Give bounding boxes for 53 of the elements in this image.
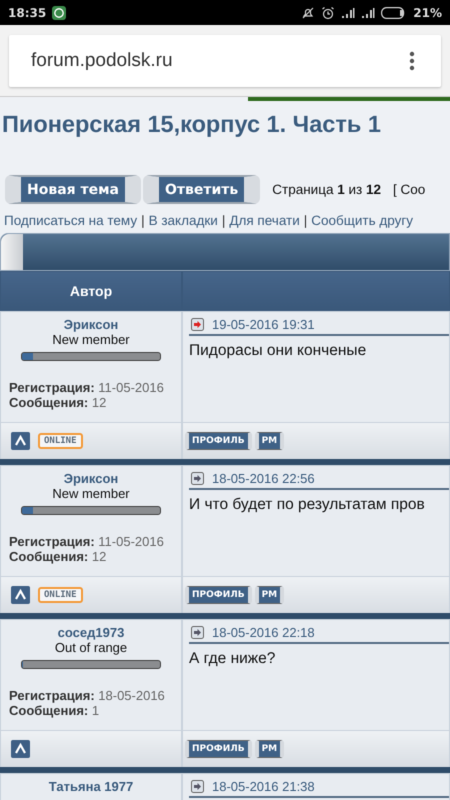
post-date: 18-05-2016 22:18 [212, 625, 315, 640]
post-text: И что будет по результатам пров [189, 495, 426, 514]
post-button[interactable]: ПРОФИЛЬ [185, 586, 252, 604]
author-rank: New member [52, 486, 130, 501]
chat-app-icon [52, 6, 66, 20]
registration-date: Регистрация: 18-05-2016 [9, 688, 166, 703]
signal-icon [341, 6, 356, 18]
post-text: А где ниже? [189, 649, 276, 668]
topic-link[interactable]: Для печати [229, 213, 300, 233]
post-button[interactable]: PM [254, 586, 284, 604]
link-separator: | [222, 213, 226, 230]
pagination-text: [ Соо [393, 182, 426, 197]
registration-date: Регистрация: 11-05-2016 [9, 380, 165, 395]
online-badge: ONLINE [38, 587, 83, 603]
author-name[interactable]: Эриксон [64, 471, 118, 486]
mute-icon [301, 6, 316, 20]
alarm-icon [321, 6, 336, 20]
post-button[interactable]: ПРОФИЛЬ [185, 740, 252, 758]
post-button[interactable]: PM [254, 740, 284, 758]
forum-button[interactable]: Новая тема [5, 175, 142, 204]
message-count: Сообщения: 12 [9, 549, 108, 564]
author-name[interactable]: Татьяна 1977 [48, 779, 134, 794]
address-bar[interactable]: forum.podolsk.ru [9, 35, 441, 87]
topic-title: Пионерская 15,корпус 1. Часть 1 [1, 111, 382, 139]
topic-link[interactable]: Подписаться на тему [4, 213, 138, 233]
menu-icon[interactable] [409, 51, 415, 71]
author-name[interactable]: Эриксон [64, 317, 118, 332]
forum-button[interactable]: Ответить [143, 175, 260, 204]
signal-icon [361, 6, 376, 18]
post-button[interactable]: ПРОФИЛЬ [185, 432, 252, 450]
scroll-up-icon[interactable] [11, 586, 30, 604]
battery-level: 21% [413, 6, 442, 20]
link-separator: | [304, 213, 308, 230]
scroll-up-icon[interactable] [11, 432, 30, 450]
topic-link[interactable]: В закладки [148, 213, 218, 233]
link-separator: | [141, 213, 145, 230]
author-rank: Out of range [54, 640, 128, 655]
post-text: Пидорасы они конченые [189, 341, 368, 360]
url-text: forum.podolsk.ru [31, 50, 173, 72]
post-button[interactable]: PM [254, 432, 284, 450]
post-date: 18-05-2016 22:56 [212, 471, 315, 486]
author-rank: New member [52, 332, 130, 347]
post-date: 18-05-2016 21:38 [212, 779, 315, 794]
registration-date: Регистрация: 11-05-2016 [9, 534, 165, 549]
clock: 18:35 [8, 6, 46, 20]
topic-link[interactable]: Сообщить другу [311, 213, 414, 233]
online-badge: ONLINE [38, 433, 83, 449]
message-count: Сообщения: 1 [9, 703, 100, 718]
scroll-up-icon[interactable] [11, 740, 30, 758]
pagination-text: Страница 1 из 12 [272, 182, 381, 197]
post-date: 19-05-2016 19:31 [212, 317, 315, 332]
author-name[interactable]: сосед1973 [58, 625, 124, 640]
message-count: Сообщения: 12 [9, 395, 108, 410]
